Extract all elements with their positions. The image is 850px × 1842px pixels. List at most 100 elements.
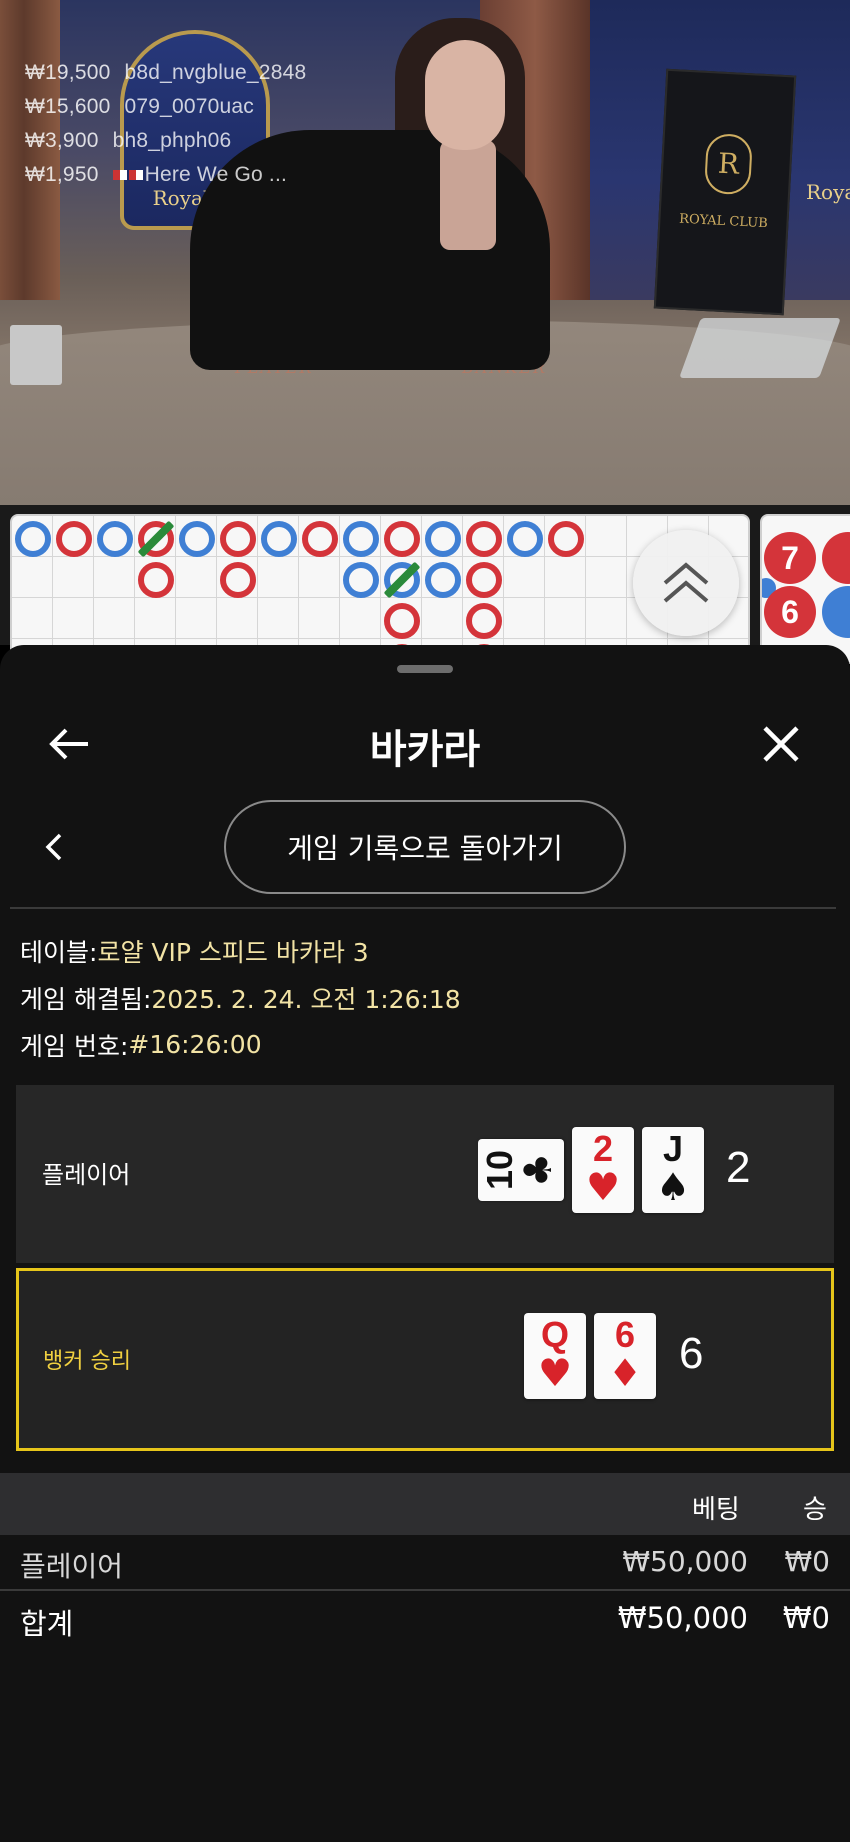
expand-roadmap-button[interactable] <box>633 530 739 636</box>
close-icon <box>763 726 799 762</box>
royal-club-board: R ROYAL CLUB <box>653 68 797 316</box>
info-label: 테이블: <box>20 937 98 967</box>
donation-nickname: b8d_nvgblue_2848 <box>124 61 307 84</box>
resolved-time: 2025. 2. 24. 오전 1:26:18 <box>151 984 461 1014</box>
playing-card: 2 ♥ <box>572 1127 634 1213</box>
table-row: 플레이어 ₩50,000 ₩0 <box>0 1535 850 1591</box>
bet-amount: ₩50,000 <box>622 1545 748 1578</box>
club-logo-icon: R <box>703 132 754 196</box>
road-circle-player <box>97 521 133 557</box>
card-rank: 2 <box>592 1128 614 1169</box>
road-circle-player <box>507 521 543 557</box>
road-circle-banker <box>302 521 338 557</box>
playing-card: J ♠ <box>642 1127 704 1213</box>
donation-item: ₩1,950 Here We Go ... <box>25 158 306 192</box>
back-to-history-button[interactable]: 게임 기록으로 돌아가기 <box>224 800 626 894</box>
total-win: ₩0 <box>782 1601 830 1635</box>
playing-card: 10 ♣ <box>478 1139 564 1201</box>
player-cards: 10 ♣ 2 ♥ J ♠ <box>478 1127 704 1213</box>
road-circle-banker <box>384 521 420 557</box>
banker-cards: Q ♥ 6 ♦ <box>524 1313 656 1399</box>
info-game-number-row: 게임 번호: #16:26:00 <box>20 1021 461 1068</box>
flag-icon <box>112 163 145 187</box>
player-hand: 플레이어 10 ♣ 2 ♥ J ♠ 2 <box>16 1085 834 1263</box>
road-circle-player <box>343 562 379 598</box>
info-table-row: 테이블: 로얄 VIP 스피드 바카라 3 <box>20 927 461 974</box>
donation-amount: ₩3,900 <box>25 129 99 152</box>
card-rank: 10 <box>479 1149 520 1191</box>
total-bet: ₩50,000 <box>617 1601 748 1635</box>
donation-nickname: 079_0070uac <box>124 95 254 118</box>
close-button[interactable] <box>756 719 806 769</box>
donation-amount: ₩19,500 <box>25 61 111 84</box>
club-suit-icon: ♣ <box>516 1152 560 1188</box>
table-name: 로얄 VIP 스피드 바카라 3 <box>97 937 369 967</box>
side-sign-text: Roya <box>806 180 850 204</box>
card-rank: 6 <box>614 1314 636 1355</box>
table-header: 베팅 승 <box>0 1473 850 1535</box>
game-history-sheet: 바카라 게임 기록으로 돌아가기 테이블: 로얄 VIP 스피드 바카라 3 게… <box>0 645 850 1842</box>
road-circle-banker <box>138 562 174 598</box>
column-win: 승 <box>803 1495 827 1525</box>
card-slot: 10 ♣ <box>478 1127 564 1213</box>
donation-amount: ₩15,600 <box>25 95 111 118</box>
banker-win-label: 뱅커 승리 <box>43 1349 131 1374</box>
divider <box>10 907 836 909</box>
playing-card: Q ♥ <box>524 1313 586 1399</box>
info-label: 게임 번호: <box>20 1031 129 1061</box>
bets-table: 베팅 승 플레이어 ₩50,000 ₩0 합계 ₩50,000 ₩0 <box>0 1473 850 1647</box>
road-circle-banker <box>466 562 502 598</box>
total-label: 합계 <box>20 1607 74 1641</box>
bet-name: 플레이어 <box>20 1550 124 1583</box>
road-circle-banker <box>220 521 256 557</box>
heart-suit-icon: ♥ <box>537 1351 573 1395</box>
banker-hand: 뱅커 승리 Q ♥ 6 ♦ 6 <box>16 1268 834 1451</box>
double-chevron-up-icon <box>663 562 709 603</box>
road-circle-player <box>425 521 461 557</box>
history-nav: 게임 기록으로 돌아가기 <box>0 800 850 910</box>
player-score: 2 <box>726 1143 751 1192</box>
column-bet: 베팅 <box>692 1495 740 1525</box>
game-info: 테이블: 로얄 VIP 스피드 바카라 3 게임 해결됨: 2025. 2. 2… <box>20 927 461 1068</box>
road-circle-player <box>343 521 379 557</box>
road-circle-banker <box>466 521 502 557</box>
road-circle-banker <box>384 603 420 639</box>
dealer-face <box>425 40 505 150</box>
chevron-left-icon <box>45 833 62 861</box>
game-number: #16:26:00 <box>128 1030 262 1059</box>
heart-suit-icon: ♥ <box>585 1165 621 1209</box>
card-rank: Q <box>540 1314 569 1355</box>
road-circle-banker <box>466 603 502 639</box>
donation-nickname: Here We Go ... <box>144 163 288 186</box>
road-circle-player <box>15 521 51 557</box>
page-title: 바카라 <box>369 727 481 773</box>
info-resolved-row: 게임 해결됨: 2025. 2. 24. 오전 1:26:18 <box>20 974 461 1021</box>
donation-amount: ₩1,950 <box>25 163 99 186</box>
road-circle-player <box>425 562 461 598</box>
info-label: 게임 해결됨: <box>20 984 152 1014</box>
bead-player <box>822 586 850 638</box>
road-circle-banker <box>56 521 92 557</box>
playing-card: 6 ♦ <box>594 1313 656 1399</box>
drag-handle[interactable] <box>397 665 453 673</box>
diamond-suit-icon: ♦ <box>607 1351 643 1395</box>
road-circle-player <box>261 521 297 557</box>
donation-item: ₩15,600 079_0070uac <box>25 90 306 124</box>
banker-score: 6 <box>679 1329 704 1378</box>
card-rank: J <box>662 1128 684 1169</box>
bead-road[interactable]: 7 6 <box>760 514 850 664</box>
donation-item: ₩19,500 b8d_nvgblue_2848 <box>25 56 306 90</box>
spade-suit-icon: ♠ <box>655 1165 691 1209</box>
live-video-feed: Royal.kr R ROYAL CLUB Roya PLAYER BANKER… <box>0 0 850 505</box>
road-circle-player <box>179 521 215 557</box>
card-shoe <box>679 318 841 378</box>
road-circle-banker <box>220 562 256 598</box>
previous-game-button[interactable] <box>34 822 74 872</box>
club-board-text: ROYAL CLUB <box>678 211 769 232</box>
bead-banker: 7 <box>764 532 816 584</box>
card-box <box>10 325 62 385</box>
player-label: 플레이어 <box>42 1161 131 1189</box>
bead-banker <box>822 532 850 584</box>
donation-nickname: bh8_phph06 <box>112 129 232 152</box>
win-amount: ₩0 <box>784 1545 831 1578</box>
